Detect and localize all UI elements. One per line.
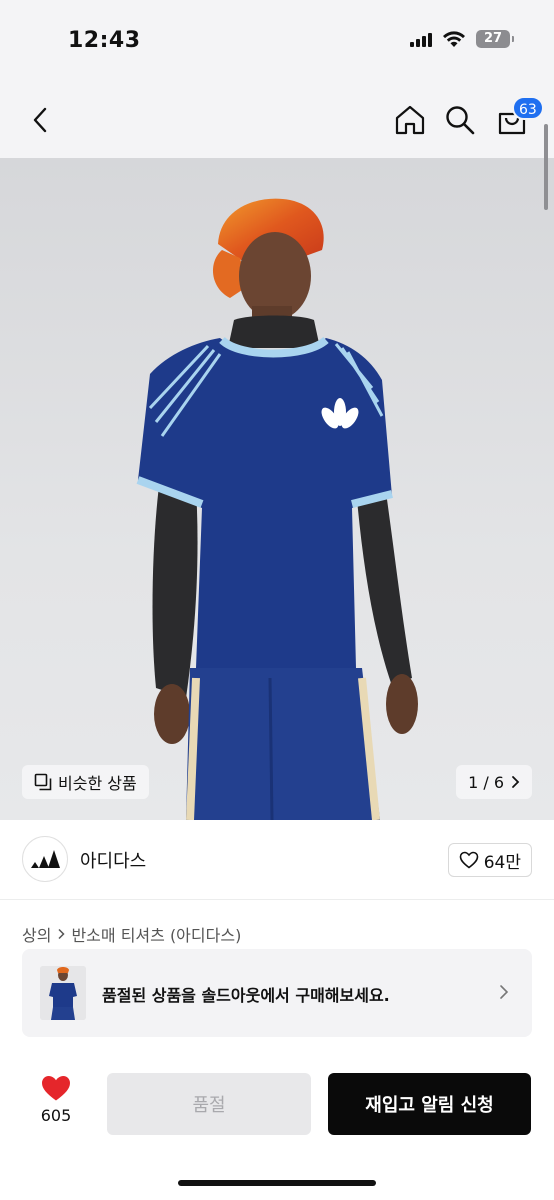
cellular-signal-icon xyxy=(410,31,432,47)
status-icons: 27 xyxy=(410,30,514,48)
cart-button[interactable]: 63 xyxy=(494,96,544,140)
heart-outline-icon xyxy=(459,851,479,869)
page-counter-label: 1 / 6 xyxy=(468,772,504,792)
search-button[interactable] xyxy=(442,100,478,140)
chevron-right-icon xyxy=(58,928,66,940)
similar-products-button[interactable]: 비슷한 상품 xyxy=(22,765,149,799)
wishlist-count: 605 xyxy=(40,1106,72,1125)
heart-filled-icon xyxy=(42,1076,70,1101)
product-photo xyxy=(136,198,418,820)
home-button[interactable] xyxy=(392,100,428,140)
nav-bar: 63 xyxy=(0,80,554,158)
product-image-gallery[interactable]: 비슷한 상품 1 / 6 xyxy=(0,158,554,820)
breadcrumb-subcategory[interactable]: 반소매 티셔츠 (아디다스) xyxy=(71,922,241,946)
similar-products-label: 비슷한 상품 xyxy=(58,774,137,793)
home-icon xyxy=(395,105,425,135)
chevron-right-icon xyxy=(512,776,520,788)
chevron-right-icon xyxy=(500,985,509,999)
breadcrumb-category[interactable]: 상의 xyxy=(22,922,51,946)
brand-like-count: 64만 xyxy=(483,852,521,873)
scrollbar[interactable] xyxy=(544,124,548,210)
status-bar: 12:43 27 xyxy=(0,0,554,80)
home-indicator xyxy=(178,1180,376,1186)
back-button[interactable] xyxy=(22,100,58,140)
wishlist-button[interactable]: 605 xyxy=(28,1074,84,1134)
similar-items-icon xyxy=(34,773,52,791)
wifi-icon xyxy=(443,31,465,47)
status-time: 12:43 xyxy=(68,28,141,53)
soldout-button: 품절 xyxy=(107,1073,311,1135)
brand-name[interactable]: 아디다스 xyxy=(80,847,146,873)
banner-product-thumbnail xyxy=(40,966,86,1020)
brand-logo[interactable] xyxy=(22,836,68,882)
banner-chevron xyxy=(494,979,514,1005)
image-page-counter[interactable]: 1 / 6 xyxy=(456,765,532,799)
soldout-banner-text: 품절된 상품을 솔드아웃에서 구매해보세요. xyxy=(102,986,390,1005)
cart-badge: 63 xyxy=(512,96,544,120)
restock-alert-button[interactable]: 재입고 알림 신청 xyxy=(328,1073,531,1135)
bottom-action-bar: 605 품절 재입고 알림 신청 xyxy=(0,1052,554,1200)
brand-like-button[interactable]: 64만 xyxy=(447,843,532,877)
brand-row: 아디다스 64만 xyxy=(0,820,554,900)
chevron-left-icon xyxy=(33,107,47,133)
breadcrumb: 상의 반소매 티셔츠 (아디다스) xyxy=(22,922,241,946)
adidas-logo-icon xyxy=(31,850,60,868)
search-icon xyxy=(446,106,475,135)
soldout-banner[interactable]: 품절된 상품을 솔드아웃에서 구매해보세요. xyxy=(22,949,532,1037)
battery-indicator: 27 xyxy=(476,30,514,48)
